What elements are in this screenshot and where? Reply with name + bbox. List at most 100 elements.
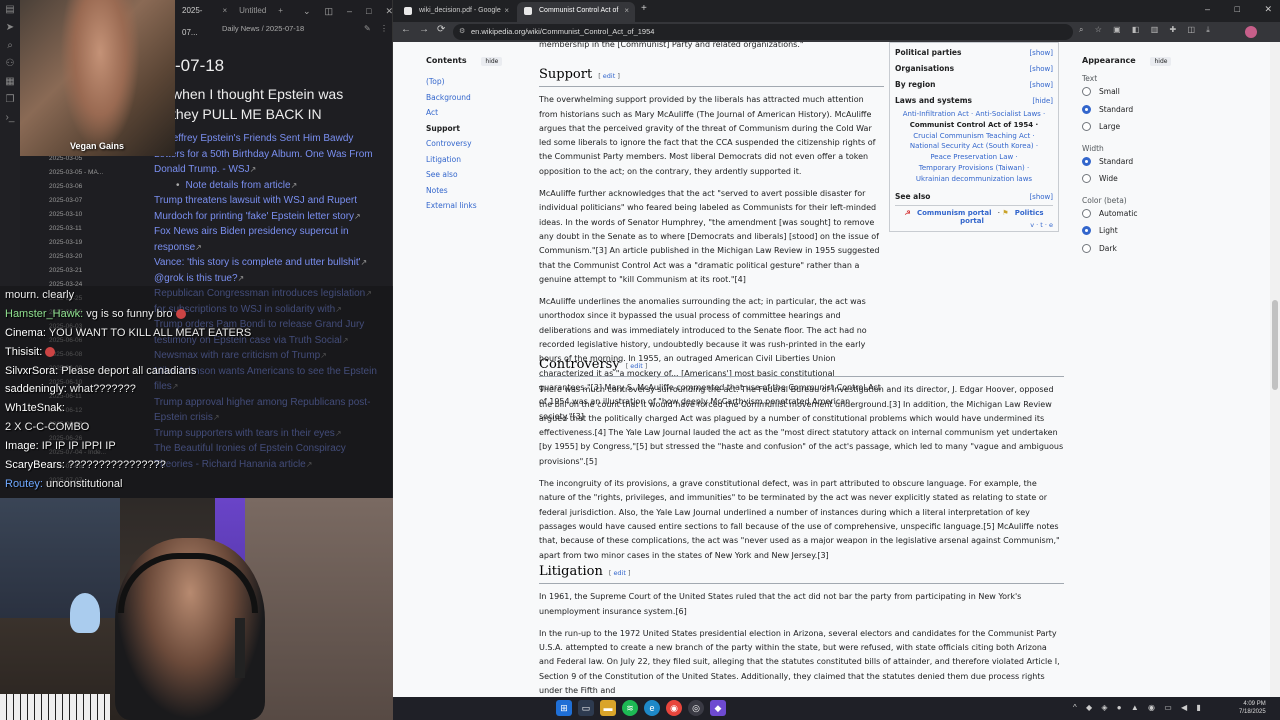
network-icon[interactable]: ▭ <box>1164 703 1172 712</box>
task-view-icon[interactable]: ▭ <box>578 700 594 716</box>
file-list-item[interactable]: 2025-03-10 <box>40 208 150 222</box>
toc-item[interactable]: See also <box>426 167 536 183</box>
radio-option[interactable]: Automatic <box>1082 205 1192 223</box>
file-explorer-icon[interactable]: ▬ <box>600 700 616 716</box>
radio-button-icon[interactable] <box>1082 156 1091 166</box>
new-tab-button[interactable]: + <box>272 0 289 22</box>
infobox-toggle-button[interactable]: [show] <box>1029 61 1053 77</box>
file-list-item[interactable]: 2025-03-06 <box>40 180 150 194</box>
close-window-icon[interactable]: ✕ <box>1264 4 1272 14</box>
note-link[interactable]: e | Jeffrey Epstein's Friends Sent Him B… <box>154 131 386 178</box>
edit-link-text[interactable]: edit <box>630 362 642 370</box>
profile-avatar[interactable] <box>1245 26 1257 38</box>
copy-icon[interactable]: ❐ <box>0 92 20 108</box>
extension-icon[interactable]: ▣ <box>1113 25 1121 34</box>
infobox-toggle-button[interactable]: [show] <box>1029 77 1053 93</box>
infobox-law-link[interactable]: Temporary Provisions (Taiwan) · <box>895 163 1053 174</box>
toc-item[interactable]: Litigation <box>426 152 536 168</box>
folder-icon[interactable]: ▤ <box>0 2 20 18</box>
communism-portal-link[interactable]: Communism portal <box>917 209 992 217</box>
file-list-item[interactable]: 2025-03-20 <box>40 250 150 264</box>
minimize-icon[interactable]: – <box>347 6 352 16</box>
radio-option[interactable]: Wide <box>1082 170 1192 188</box>
file-list-item[interactable]: 2025-03-07 <box>40 194 150 208</box>
chat-username[interactable]: SilvxrSora: <box>5 365 58 377</box>
toc-item[interactable]: Controversy <box>426 136 536 152</box>
file-list-item[interactable]: 2025-03-05 - MA... <box>40 166 150 180</box>
toc-item[interactable]: Act <box>426 105 536 121</box>
browser-tab-wikipedia[interactable]: Communist Control Act of 1954 - × <box>517 2 635 32</box>
download-icon[interactable]: ⤓ <box>1206 25 1210 34</box>
chrome-icon[interactable]: ◉ <box>666 700 682 716</box>
close-window-icon[interactable]: ✕ <box>385 6 393 17</box>
sidepanel-icon[interactable]: ◫ <box>1187 25 1195 34</box>
chevron-up-icon[interactable]: ^ <box>1073 703 1077 712</box>
infobox-law-link[interactable]: Crucial Communism Teaching Act · <box>895 131 1053 142</box>
radio-option[interactable]: Standard <box>1082 101 1192 119</box>
tray-app-icon[interactable]: ◈ <box>1101 703 1107 712</box>
close-icon[interactable]: × <box>504 2 509 20</box>
radio-option[interactable]: Small <box>1082 83 1192 101</box>
radio-option[interactable]: Large <box>1082 118 1192 136</box>
notes-tab-untitled[interactable]: Untitled <box>233 0 272 22</box>
search-icon[interactable]: ⌕ <box>0 38 20 54</box>
radio-button-icon[interactable] <box>1082 243 1091 253</box>
section-edit-link[interactable]: [ edit ] <box>609 569 631 577</box>
more-options-icon[interactable]: ⋮ <box>380 24 388 33</box>
file-list-item[interactable]: 2025-03-19 <box>40 236 150 250</box>
graph-icon[interactable]: ⚇ <box>0 56 20 72</box>
chat-username[interactable]: Thisisit: <box>5 346 42 358</box>
infobox-toggle-button[interactable]: [hide] <box>1032 93 1053 109</box>
bookmark-star-icon[interactable]: ☆ <box>1095 25 1102 34</box>
tray-app-icon[interactable]: ◉ <box>1148 703 1155 712</box>
radio-option[interactable]: Dark <box>1082 240 1192 258</box>
page-scrollbar[interactable] <box>1270 42 1280 697</box>
infobox-law-link[interactable]: Ukrainian decommunization laws <box>895 174 1053 185</box>
infobox-law-link[interactable]: National Security Act (South Korea) · <box>895 141 1053 152</box>
chat-username[interactable]: saddeningly: <box>5 383 67 395</box>
edit-link-text[interactable]: edit <box>603 72 615 80</box>
address-bar[interactable]: ⚙ en.wikipedia.org/wiki/Communist_Contro… <box>453 24 1073 40</box>
start-menu-icon[interactable]: ⊞ <box>556 700 572 716</box>
radio-option[interactable]: Standard <box>1082 153 1192 171</box>
toc-item[interactable]: Notes <box>426 183 536 199</box>
radio-button-icon[interactable] <box>1082 122 1091 132</box>
chat-username[interactable]: Image: <box>5 440 39 452</box>
sidebar-toggle-icon[interactable]: ◫ <box>324 6 333 17</box>
infobox-law-link[interactable]: Anti-Infiltration Act · Anti-Socialist L… <box>895 109 1053 120</box>
note-link[interactable]: • Note details from article↗ <box>176 178 386 194</box>
edit-link-text[interactable]: edit <box>613 569 625 577</box>
speaker-icon[interactable]: ◀ <box>1181 703 1187 712</box>
toc-item[interactable]: (Top) <box>426 74 536 90</box>
chat-username[interactable]: Routey: <box>5 478 43 490</box>
scrollbar-thumb[interactable] <box>1272 300 1278 390</box>
edit-icon[interactable]: ✎ <box>364 24 371 33</box>
new-tab-button[interactable]: + <box>641 3 647 14</box>
infobox-law-link[interactable]: Peace Preservation Law · <box>895 152 1053 163</box>
close-icon[interactable]: × <box>216 0 233 22</box>
browser-tab-drive[interactable]: wiki_decision.pdf - Google Driv × <box>397 2 515 32</box>
file-list-item[interactable]: 2025-03-21 <box>40 264 150 278</box>
chevron-down-icon[interactable]: ⌄ <box>303 6 311 17</box>
radio-button-icon[interactable] <box>1082 226 1091 236</box>
calendar-icon[interactable]: ▦ <box>0 74 20 90</box>
radio-option[interactable]: Light <box>1082 222 1192 240</box>
chat-username[interactable]: Hamster_Hawk: <box>5 308 83 320</box>
puzzle-icon[interactable]: ✚ <box>1170 25 1177 34</box>
terminal-icon[interactable]: ›_ <box>0 110 20 126</box>
notes-tab-daily[interactable]: 2025-07... <box>176 0 216 37</box>
toc-item[interactable]: Support <box>426 121 536 137</box>
zoom-icon[interactable]: ⌕ <box>1079 25 1083 34</box>
appearance-hide-button[interactable]: hide <box>1150 57 1172 66</box>
radio-button-icon[interactable] <box>1082 87 1091 97</box>
tray-app-icon[interactable]: ● <box>1117 703 1122 712</box>
radio-button-icon[interactable] <box>1082 174 1091 184</box>
send-icon[interactable]: ➤ <box>0 20 20 36</box>
section-edit-link[interactable]: [ edit ] <box>598 72 620 80</box>
infobox-toggle-button[interactable]: [show] <box>1029 45 1053 61</box>
minimize-icon[interactable]: – <box>1205 4 1210 14</box>
reload-button[interactable]: ⟳ <box>437 24 445 35</box>
extension-icon[interactable]: ◧ <box>1132 25 1140 34</box>
maximize-icon[interactable]: □ <box>366 6 371 16</box>
tray-app-icon[interactable]: ▲ <box>1131 703 1139 712</box>
